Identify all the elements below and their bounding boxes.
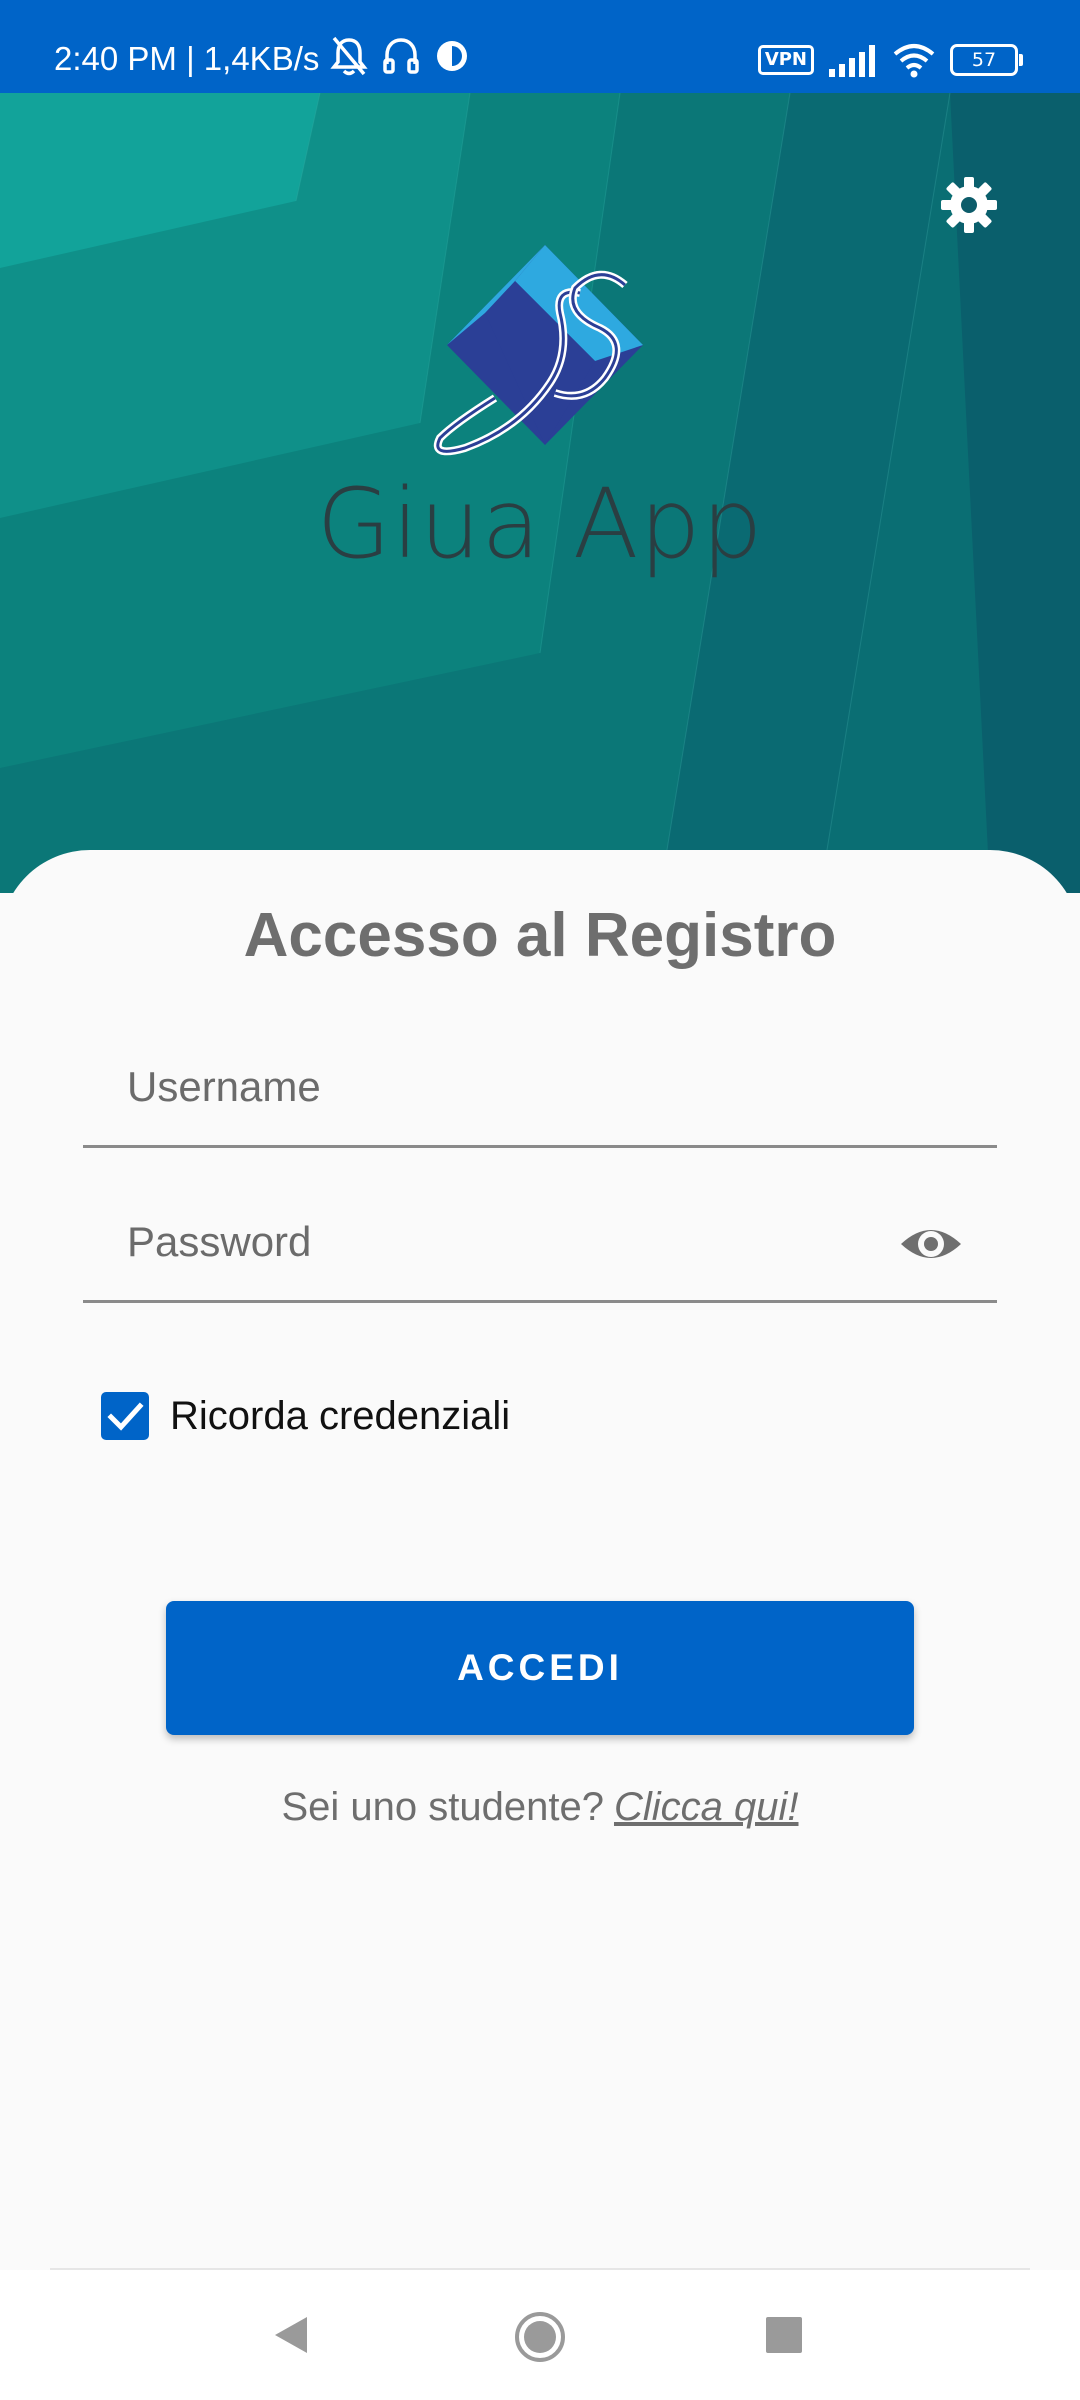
status-time: 2:40 PM | 1,4KB/s xyxy=(54,40,320,77)
headset-icon xyxy=(383,38,419,74)
check-icon xyxy=(107,1402,144,1431)
wifi-icon xyxy=(893,44,935,78)
back-icon[interactable] xyxy=(271,2313,311,2357)
password-field[interactable]: Password xyxy=(83,1200,997,1303)
remember-checkbox[interactable] xyxy=(101,1392,149,1440)
vpn-badge: VPN xyxy=(757,45,814,75)
remember-credentials[interactable]: Ricorda credenziali xyxy=(101,1390,510,1442)
app-header: GS Giua App xyxy=(0,93,1080,893)
student-prompt: Sei uno studente? xyxy=(281,1785,604,1829)
battery-indicator: 57 xyxy=(950,44,1023,76)
status-left-icons xyxy=(330,36,470,76)
login-title: Accesso al Registro xyxy=(243,901,837,970)
circle-status-icon xyxy=(437,41,467,71)
navigation-bar xyxy=(0,2270,1080,2400)
username-placeholder: Username xyxy=(127,1063,321,1110)
username-field[interactable]: Username xyxy=(83,1045,997,1148)
app-logo: GS xyxy=(425,243,665,458)
student-link[interactable]: Clicca qui! xyxy=(614,1785,799,1829)
password-placeholder: Password xyxy=(127,1218,312,1265)
notifications-off-icon xyxy=(330,36,368,76)
home-icon[interactable] xyxy=(513,2310,567,2364)
signal-icon xyxy=(829,45,875,77)
status-bar: 2:40 PM | 1,4KB/s VPN 57 xyxy=(0,0,1080,93)
status-right-icons: VPN 57 xyxy=(757,40,1023,80)
recents-icon[interactable] xyxy=(766,2317,802,2353)
settings-button[interactable] xyxy=(937,173,1001,237)
login-card: Accesso al Registro Username Password Ri… xyxy=(0,850,1080,2270)
remember-label: Ricorda credenziali xyxy=(170,1393,511,1438)
student-prompt-line: Sei uno studente? Clicca qui! xyxy=(0,1785,1080,1830)
login-button[interactable]: ACCEDI xyxy=(166,1601,914,1735)
eye-icon xyxy=(901,1230,961,1258)
app-name: Giua App xyxy=(316,468,764,580)
password-visibility-toggle[interactable] xyxy=(899,1212,963,1276)
gear-icon xyxy=(941,177,997,233)
